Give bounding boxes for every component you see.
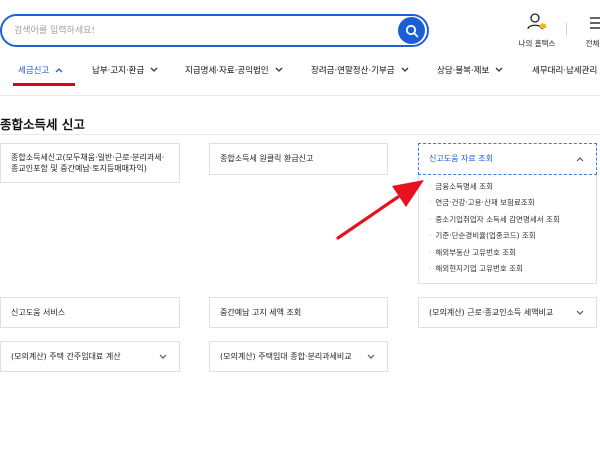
- chevron-down-icon: [576, 310, 584, 315]
- chevron-down-icon: [275, 67, 283, 72]
- card-label: (모의계산) 주택임대 종합·분리과세비교: [220, 351, 352, 361]
- chevron-up-icon: [55, 68, 63, 73]
- chevron-down-icon: [495, 67, 503, 72]
- gnb-label: 장려금·연말정산·기부금: [311, 66, 395, 76]
- my-hometax-label: 나의 홈택스: [518, 39, 556, 48]
- gnb-label: 납부·고지·환급: [92, 66, 145, 76]
- my-hometax-link[interactable]: 나의 홈택스: [512, 12, 562, 49]
- submenu-item-label: 해외현지기업 고유번호 조회: [435, 263, 523, 273]
- submenu-item-label: 해외부동산 고유번호 조회: [435, 247, 517, 257]
- gnb-incentive[interactable]: 장려금·연말정산·기부금: [311, 64, 409, 76]
- gnb-label: 세무대리·납세관리: [532, 66, 598, 76]
- submenu-item[interactable]: · 금융소득명세 조회: [429, 179, 596, 195]
- submenu-item-label: 중소기업취업자 소득세 감면명세서 조회: [435, 214, 560, 224]
- chevron-down-icon: [150, 67, 158, 72]
- gnb-label: 지급명세·자료·공익법인: [185, 66, 269, 76]
- chevron-up-icon: [576, 157, 584, 162]
- filing-help-submenu: · 금융소득명세 조회 · 연금·건강·고용·산재 보험료조회 · 중소기업취업자 소…: [418, 175, 597, 284]
- card-label: (모의계산) 근로·종교인소득 세액비교: [429, 307, 554, 317]
- title-divider: [0, 134, 600, 135]
- card-income-tax-filing[interactable]: 종합소득세신고(모두채움·일반·근로·분리과세·종교인포함 및 중간예납·토지등…: [0, 143, 180, 183]
- submenu-item[interactable]: · 해외부동산 고유번호 조회: [429, 245, 596, 261]
- card-sim-deemed-rent[interactable]: (모의계산) 주택 간주임대료 계산: [0, 341, 180, 372]
- hamburger-icon: [590, 17, 600, 29]
- gnb-label: 상담·불복·제보: [437, 66, 490, 76]
- card-label: 신고도움 자료 조회: [429, 154, 493, 164]
- search-icon: [405, 24, 418, 37]
- gnb-consult[interactable]: 상담·불복·제보: [437, 64, 503, 76]
- submenu-item[interactable]: · 기준·단순경비율(업종코드) 조회: [429, 228, 596, 244]
- card-label: 종합소득세 원클릭 환급신고: [220, 154, 314, 164]
- search-bar: [0, 14, 429, 47]
- search-button[interactable]: [398, 17, 425, 44]
- submenu-item-label: 금융소득명세 조회: [435, 182, 493, 191]
- submenu-item-label: 연금·건강·고용·산재 보험료조회: [435, 198, 535, 208]
- submenu-item-label: 기준·단순경비율(업종코드) 조회: [435, 231, 536, 241]
- gnb-tax-agent[interactable]: 세무대리·납세관리: [532, 64, 597, 76]
- utility-divider: [566, 22, 567, 36]
- card-interim-prepayment[interactable]: 중간예납 고지 세액 조회: [209, 297, 388, 328]
- card-label: 중간예납 고지 세액 조회: [220, 307, 302, 317]
- submenu-item[interactable]: · 연금·건강·고용·산재 보험료조회: [429, 195, 596, 211]
- card-label: (모의계산) 주택 간주임대료 계산: [11, 351, 121, 361]
- user-bell-icon: [527, 13, 547, 30]
- gnb-divider: [0, 95, 600, 96]
- card-filing-help-data[interactable]: 신고도움 자료 조회: [418, 143, 597, 175]
- submenu-item[interactable]: · 중소기업취업자 소득세 감면명세서 조회: [429, 212, 596, 228]
- gnb-payment[interactable]: 납부·고지·환급: [92, 64, 158, 76]
- card-sim-earned-religious[interactable]: (모의계산) 근로·종교인소득 세액비교: [418, 297, 597, 328]
- card-filing-help-service[interactable]: 신고도움 서비스: [0, 297, 180, 328]
- search-input[interactable]: [14, 16, 394, 45]
- gnb-tax-filing[interactable]: 세금신고: [18, 64, 63, 76]
- gnb-statement[interactable]: 지급명세·자료·공익법인: [185, 64, 283, 76]
- card-one-click-refund[interactable]: 종합소득세 원클릭 환급신고: [209, 143, 388, 175]
- all-menu-button[interactable]: 전체메: [576, 12, 600, 49]
- card-sim-housing-rental[interactable]: (모의계산) 주택임대 종합·분리과세비교: [209, 341, 388, 372]
- card-label: 신고도움 서비스: [11, 307, 66, 317]
- chevron-down-icon: [159, 354, 167, 359]
- submenu-item[interactable]: · 해외현지기업 고유번호 조회: [429, 261, 596, 277]
- page-title: 종합소득세 신고: [0, 117, 85, 132]
- gnb-label: 세금신고: [18, 66, 50, 76]
- active-tab-indicator: [13, 83, 75, 86]
- all-menu-label: 전체메: [585, 39, 600, 48]
- chevron-down-icon: [401, 67, 409, 72]
- chevron-down-icon: [367, 354, 375, 359]
- card-label: 종합소득세신고(모두채움·일반·근로·분리과세·종교인포함 및 중간예납·토지등…: [11, 152, 165, 174]
